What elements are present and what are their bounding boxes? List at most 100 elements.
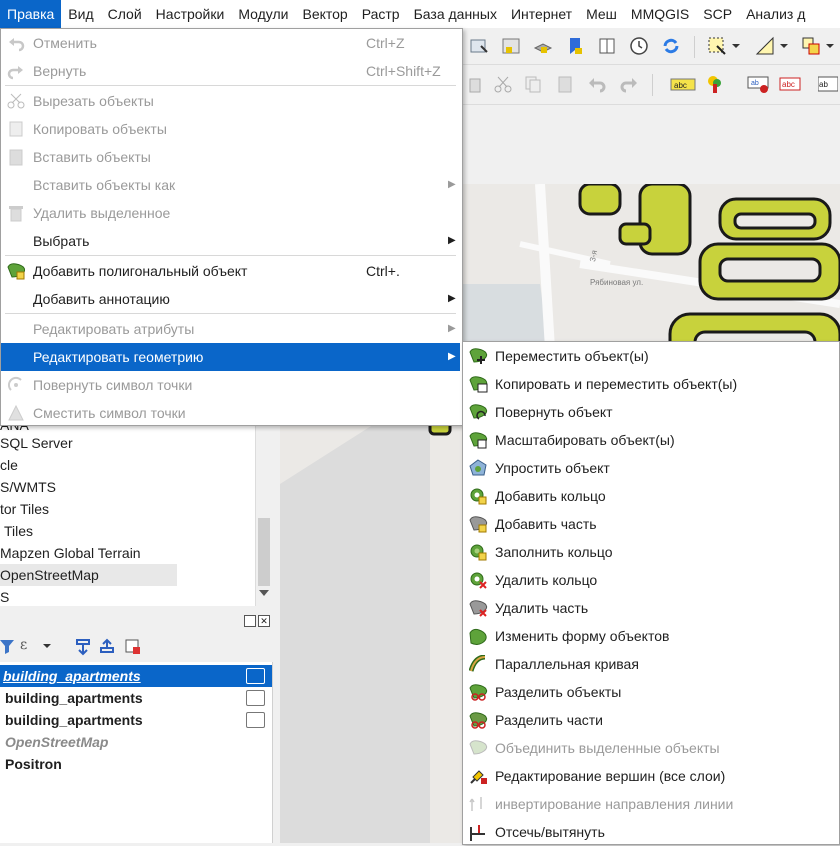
clock-icon[interactable] [628,35,650,57]
layer-item[interactable]: building_apartments [0,687,272,709]
menu-mmqgis[interactable]: MMQGIS [624,0,696,28]
layer-item[interactable]: OpenStreetMap [0,731,272,753]
add-part-item[interactable]: Добавить часть [463,510,839,538]
trim-extend-item[interactable]: Отсечь/вытянуть [463,818,839,846]
scrollbar-thumb[interactable] [258,518,270,586]
reverse-line-item[interactable]: инвертирование направления линии [463,790,839,818]
chevron-down-icon[interactable] [824,35,836,57]
layer-item[interactable]: Positron [0,753,272,775]
undo-item[interactable]: Отменить Ctrl+Z [1,29,460,57]
browser-item[interactable]: SQL Server [0,432,73,454]
rotate-feature-item[interactable]: Повернуть объект [463,398,839,426]
float-panel-icon[interactable] [244,615,256,627]
move-feature-item[interactable]: Переместить объект(ы) [463,342,839,370]
menu-vector[interactable]: Вектор [295,0,354,28]
browser-item[interactable]: cle [0,454,18,476]
select-polygon-icon[interactable] [754,35,776,57]
menu-scp[interactable]: SCP [696,0,739,28]
browser-item[interactable]: tor Tiles [0,498,49,520]
menu-layer[interactable]: Слой [101,0,149,28]
menu-analysis[interactable]: Анализ д [739,0,812,28]
filter-icon[interactable] [0,638,14,654]
scroll-down-arrow-icon[interactable] [259,590,269,596]
browser-item[interactable]: Mapzen Global Terrain [0,542,141,564]
deselect-icon[interactable] [800,35,822,57]
label-pin-icon[interactable] [704,73,726,95]
menu-plugins[interactable]: Модули [231,0,295,28]
select-rectangle-icon[interactable] [706,35,728,57]
browser-item-selected[interactable]: OpenStreetMap [0,564,177,586]
svg-text:abc: abc [782,80,795,89]
redo-shortcut: Ctrl+Shift+Z [366,63,441,79]
split-parts-item[interactable]: Разделить части [463,706,839,734]
collapse-all-icon[interactable] [98,638,116,656]
edit-attributes-item[interactable]: Редактировать атрибуты ▶ [1,315,460,343]
label-abc-icon[interactable]: abc [670,73,696,95]
editing-icon[interactable] [246,690,265,706]
paste-as-item[interactable]: Вставить объекты как ▶ [1,171,460,199]
redo-item[interactable]: Вернуть Ctrl+Shift+Z [1,57,460,85]
split-features-item[interactable]: Разделить объекты [463,678,839,706]
edit-geometry-item[interactable]: Редактировать геометрию ▶ [1,343,460,371]
copy-move-feature-item[interactable]: Копировать и переместить объект(ы) [463,370,839,398]
menu-edit[interactable]: Правка [0,0,62,28]
menu-web[interactable]: Интернет [504,0,579,28]
scale-feature-item[interactable]: Масштабировать объект(ы) [463,426,839,454]
add-ring-item[interactable]: Добавить кольцо [463,482,839,510]
delete-part-item[interactable]: Удалить часть [463,594,839,622]
chevron-down-icon[interactable] [778,35,790,57]
menu-view[interactable]: Вид [61,0,100,28]
layer-item[interactable]: building_apartments [0,709,272,731]
merge-features-item[interactable]: Объединить выделенные объекты [463,734,839,762]
cut-icon[interactable] [492,73,514,95]
remove-layer-icon[interactable] [124,638,142,656]
submenu-label: Удалить часть [495,600,589,616]
chevron-down-icon[interactable] [730,35,742,57]
delete-icon[interactable] [464,73,486,95]
expand-all-icon[interactable] [74,638,92,656]
paste-icon[interactable] [554,73,576,95]
refresh-icon[interactable] [660,35,682,57]
close-panel-icon[interactable]: ✕ [258,615,270,627]
select-item[interactable]: Выбрать ▶ [1,227,460,255]
redo-icon[interactable] [618,73,640,95]
reshape-features-item[interactable]: Изменить форму объектов [463,622,839,650]
bookmark-icon[interactable] [564,35,586,57]
expression-filter-icon[interactable]: ε [20,637,42,655]
editing-icon[interactable] [246,712,265,728]
fill-ring-item[interactable]: Заполнить кольцо [463,538,839,566]
cut-item[interactable]: Вырезать объекты [1,87,460,115]
browser-item[interactable]: Tiles [4,520,33,542]
rotate-symbol-item[interactable]: Повернуть символ точки [1,371,460,399]
layer-item-selected[interactable]: building_apartments [0,665,272,687]
label-move-icon[interactable]: ab [746,73,770,95]
menu-mesh[interactable]: Меш [579,0,624,28]
offset-curve-item[interactable]: Параллельная кривая [463,650,839,678]
label-rotate-icon[interactable]: abc [778,73,802,95]
add-polygon-item[interactable]: Добавить полигональный объект Ctrl+. [1,257,460,285]
menu-settings[interactable]: Настройки [149,0,232,28]
add-annotation-item[interactable]: Добавить аннотацию ▶ [1,285,460,313]
browser-item[interactable]: S [0,586,9,606]
editing-icon[interactable] [246,668,265,684]
menu-raster[interactable]: Растр [355,0,407,28]
offset-symbol-item[interactable]: Сместить символ точки [1,399,460,427]
paste-item[interactable]: Вставить объекты [1,143,460,171]
delete-ring-item[interactable]: Удалить кольцо [463,566,839,594]
offset-point-icon [8,404,24,421]
chevron-down-icon[interactable] [42,638,54,654]
browser-scrollbar[interactable] [255,424,273,606]
copy-item[interactable]: Копировать объекты [1,115,460,143]
label-text-icon[interactable]: ab [818,73,838,95]
vertex-tool-item[interactable]: Редактирование вершин (все слои) [463,762,839,790]
pan-to-selection-icon[interactable] [468,35,490,57]
stack-layers-icon[interactable] [532,35,554,57]
book-icon[interactable] [596,35,618,57]
simplify-feature-item[interactable]: Упростить объект [463,454,839,482]
menu-database[interactable]: База данных [407,0,504,28]
copy-icon[interactable] [522,73,544,95]
browser-item[interactable]: S/WMTS [0,476,56,498]
undo-icon[interactable] [586,73,608,95]
delete-item[interactable]: Удалить выделенное [1,199,460,227]
save-edits-icon[interactable] [500,35,522,57]
